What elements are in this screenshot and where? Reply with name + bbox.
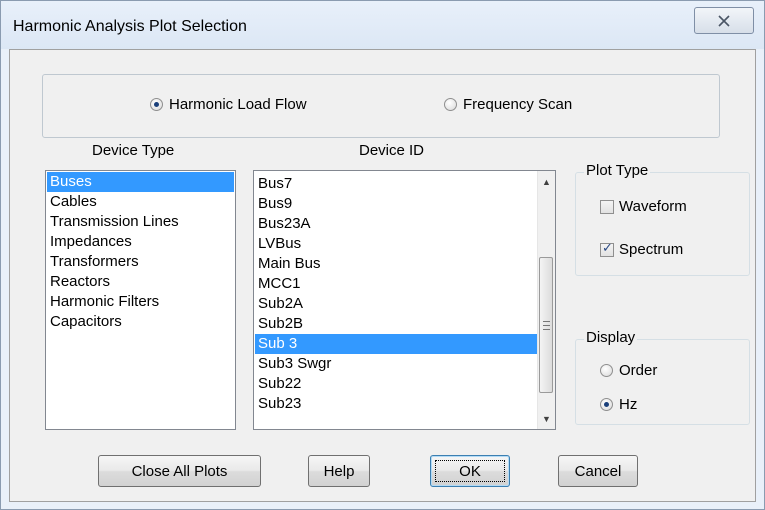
plot-type-group: Plot Type Waveform Spectrum (575, 162, 750, 276)
list-item[interactable]: Sub2A (255, 294, 537, 314)
scroll-down-arrow-icon[interactable]: ▼ (538, 410, 555, 427)
spectrum-checkbox[interactable] (600, 241, 614, 257)
ok-button[interactable]: OK (430, 455, 510, 487)
device-id-scrollbar[interactable]: ▲ ▼ (537, 171, 555, 429)
title-bar[interactable]: Harmonic Analysis Plot Selection (1, 1, 764, 49)
order-label: Order (619, 362, 658, 379)
list-item[interactable]: Capacitors (47, 312, 234, 332)
order-radio[interactable] (600, 364, 613, 377)
list-item[interactable]: Bus9 (255, 194, 537, 214)
list-item[interactable]: Sub 3 (255, 334, 537, 354)
waveform-option[interactable]: Waveform (600, 198, 687, 215)
frequency-scan-option[interactable]: Frequency Scan (444, 96, 572, 113)
harmonic-load-flow-option[interactable]: Harmonic Load Flow (150, 96, 307, 113)
scroll-up-arrow-icon[interactable]: ▲ (538, 173, 555, 190)
analysis-mode-group: Harmonic Load Flow Frequency Scan (42, 74, 720, 138)
help-button[interactable]: Help (308, 455, 370, 487)
list-item[interactable]: Sub2B (255, 314, 537, 334)
device-type-title: Device Type (92, 142, 175, 159)
display-group: Display Order Hz (575, 329, 750, 425)
list-item[interactable]: Impedances (47, 232, 234, 252)
list-item[interactable]: Buses (47, 172, 234, 192)
scroll-grip-icon (542, 320, 550, 330)
waveform-checkbox[interactable] (600, 199, 614, 214)
list-item[interactable]: Reactors (47, 272, 234, 292)
spectrum-label: Spectrum (619, 241, 684, 258)
close-all-plots-button[interactable]: Close All Plots (98, 455, 261, 487)
list-item[interactable]: LVBus (255, 234, 537, 254)
window-title: Harmonic Analysis Plot Selection (13, 18, 247, 35)
close-button[interactable] (694, 7, 754, 34)
list-item[interactable]: Sub22 (255, 374, 537, 394)
waveform-label: Waveform (619, 198, 687, 215)
spectrum-option[interactable]: Spectrum (600, 241, 683, 258)
frequency-scan-radio[interactable] (444, 98, 457, 111)
display-title: Display (584, 329, 638, 346)
ok-focus-ring (435, 460, 505, 482)
dialog-window: Harmonic Analysis Plot Selection Harmoni… (0, 0, 765, 510)
order-option[interactable]: Order (600, 362, 657, 379)
list-item[interactable]: Cables (47, 192, 234, 212)
hz-option[interactable]: Hz (600, 396, 637, 413)
list-item[interactable]: Bus23A (255, 214, 537, 234)
device-type-list[interactable]: Buses Cables Transmission Lines Impedanc… (45, 170, 236, 430)
hz-label: Hz (619, 396, 638, 413)
list-item[interactable]: Sub3 Swgr (255, 354, 537, 374)
hz-radio[interactable] (600, 398, 613, 411)
harmonic-load-flow-radio[interactable] (150, 98, 163, 111)
list-item[interactable]: Transmission Lines (47, 212, 234, 232)
list-item[interactable]: MCC1 (255, 274, 537, 294)
list-item[interactable]: Harmonic Filters (47, 292, 234, 312)
harmonic-load-flow-label: Harmonic Load Flow (169, 96, 307, 113)
device-id-items: Bus7 Bus9 Bus23A LVBus Main Bus MCC1 Sub… (255, 174, 537, 414)
device-id-title: Device ID (359, 142, 425, 159)
cancel-button[interactable]: Cancel (558, 455, 638, 487)
list-item[interactable]: Sub23 (255, 394, 537, 414)
close-icon (718, 14, 730, 27)
list-item[interactable]: Main Bus (255, 254, 537, 274)
frequency-scan-label: Frequency Scan (463, 96, 573, 113)
scroll-thumb[interactable] (539, 257, 553, 393)
list-item[interactable]: Bus7 (255, 174, 537, 194)
list-item[interactable]: Transformers (47, 252, 234, 272)
plot-type-title: Plot Type (584, 162, 651, 179)
dialog-client-area: Harmonic Load Flow Frequency Scan Device… (9, 49, 756, 502)
device-id-list[interactable]: Bus7 Bus9 Bus23A LVBus Main Bus MCC1 Sub… (253, 170, 556, 430)
